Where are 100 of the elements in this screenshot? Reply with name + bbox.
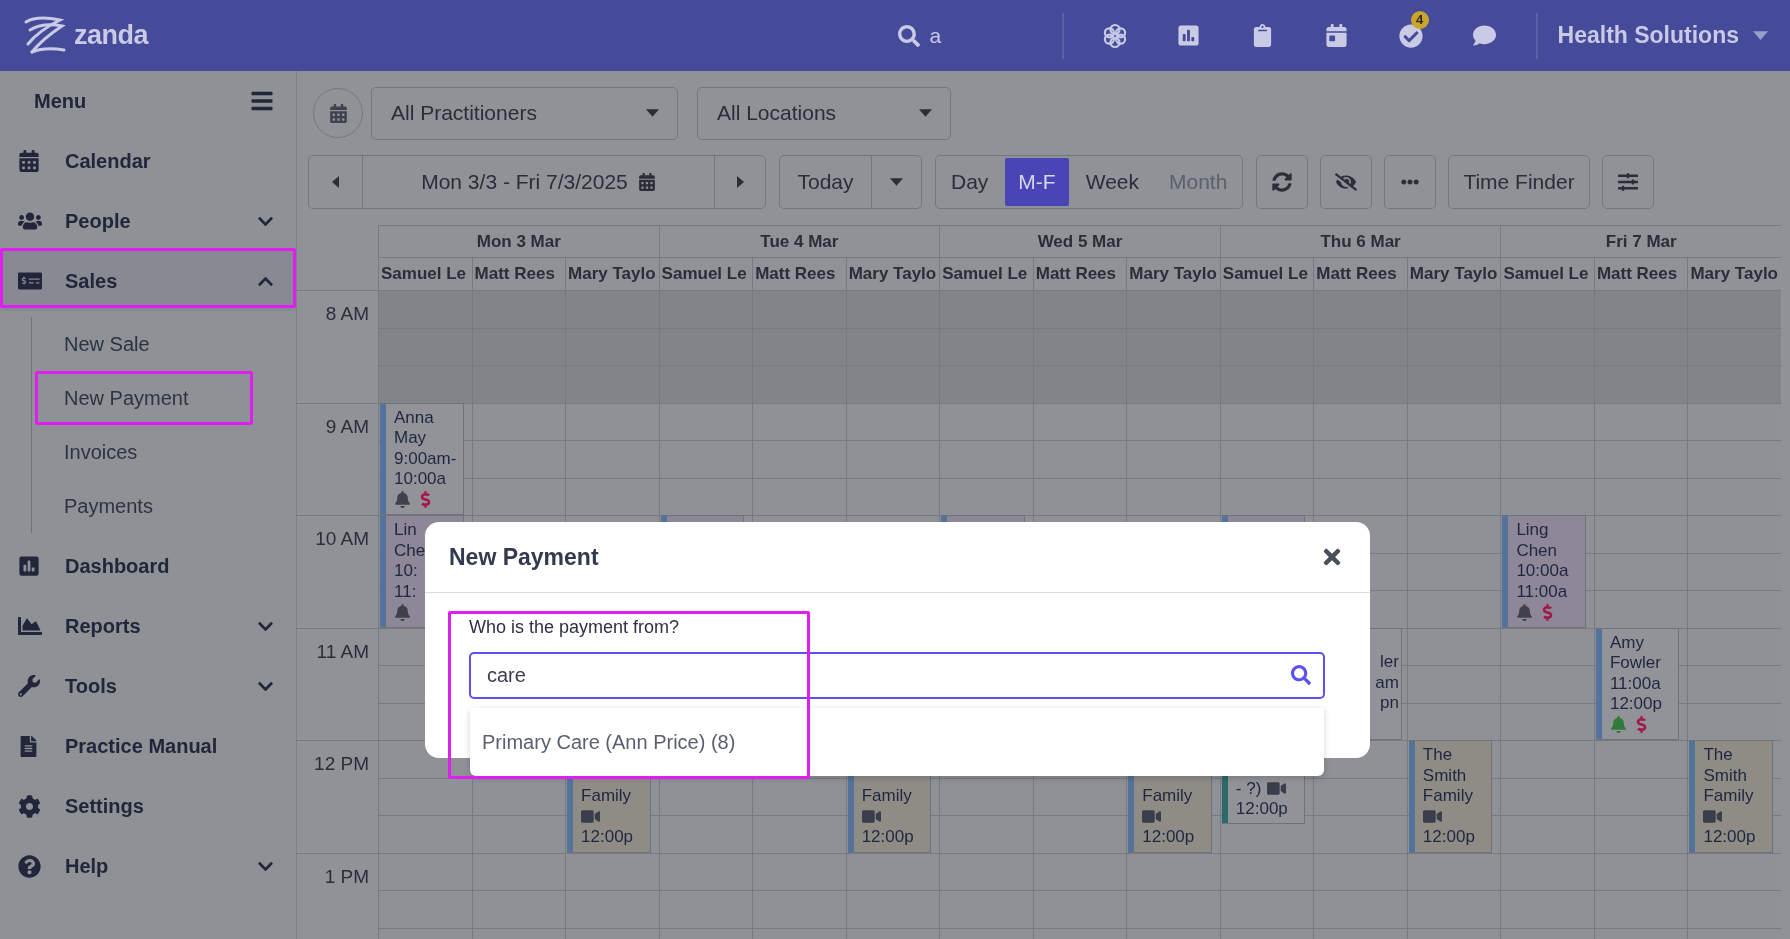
nav-item[interactable]: Reports bbox=[0, 596, 296, 656]
wrench-icon bbox=[18, 675, 40, 697]
time-label: 1 PM bbox=[324, 865, 369, 887]
appointment-text: 12:00p bbox=[861, 827, 914, 848]
day-header: Tue 4 Mar bbox=[658, 225, 940, 257]
menu-icon[interactable] bbox=[250, 89, 274, 113]
caret-icon bbox=[890, 178, 903, 186]
calendar-button[interactable] bbox=[313, 88, 363, 138]
nav-item[interactable]: Settings bbox=[0, 776, 296, 836]
appointment-card[interactable]: The Smith Family 12:00p bbox=[1689, 740, 1773, 853]
appointment-text: Family bbox=[1142, 786, 1193, 807]
practitioner-header: Matt Rees bbox=[1032, 257, 1127, 290]
nav-item[interactable]: People bbox=[0, 191, 296, 251]
nav-item[interactable]: Calendar bbox=[0, 131, 296, 191]
appointment-text: Fowler bbox=[1609, 653, 1661, 674]
appointment-text: 10: bbox=[394, 561, 418, 582]
appointment-card[interactable]: The Smith Family 12:00p bbox=[1408, 740, 1493, 853]
nav-item[interactable]: Help bbox=[0, 836, 296, 896]
nav-item[interactable]: Practice Manual bbox=[0, 716, 296, 776]
nav-item[interactable]: Dashboard bbox=[0, 536, 296, 596]
appointment-text: 12:00p bbox=[1422, 827, 1475, 848]
nav-item[interactable]: Sales bbox=[0, 251, 296, 311]
appointment-card[interactable]: Amy Fowler 11:00a 12:00p bbox=[1595, 627, 1680, 740]
search-icon bbox=[897, 24, 920, 47]
appointment-text: Amy bbox=[1609, 632, 1644, 653]
practitioner-header: Matt Rees bbox=[1593, 257, 1688, 290]
submenu-item[interactable]: New Payment bbox=[64, 386, 189, 410]
search-field[interactable]: a bbox=[887, 13, 1048, 58]
settings-sliders-button[interactable] bbox=[1601, 155, 1654, 209]
area-chart-icon bbox=[18, 614, 42, 638]
appointment-text: pn bbox=[1379, 693, 1399, 714]
practitioner-header: Samuel Le bbox=[658, 257, 753, 290]
appointment-text: Anna bbox=[394, 407, 434, 428]
bar-chart-icon bbox=[18, 555, 40, 577]
search-icon bbox=[1291, 665, 1311, 685]
nav-label: Settings bbox=[65, 794, 145, 818]
refresh-button[interactable] bbox=[1256, 155, 1309, 209]
caret-icon bbox=[1753, 31, 1768, 40]
appointment-text: Smith bbox=[1703, 765, 1747, 786]
appointment-text: 12:00p bbox=[1235, 799, 1288, 820]
practitioner-header: Samuel Le bbox=[1500, 257, 1594, 290]
account-menu[interactable]: Health Solutions bbox=[1551, 10, 1790, 61]
time-finder-button[interactable]: Time Finder bbox=[1448, 155, 1590, 209]
nav-label: Help bbox=[65, 854, 110, 878]
nav-label: Reports bbox=[65, 614, 142, 638]
appointment-text: Family bbox=[861, 786, 912, 807]
appointment-text: 10:00a bbox=[394, 469, 446, 490]
calendar-icon bbox=[328, 103, 348, 123]
day-header: Thu 6 Mar bbox=[1219, 225, 1501, 257]
appointment-text: 11:00a bbox=[1609, 673, 1661, 694]
refresh-icon bbox=[1272, 172, 1293, 192]
hide-button[interactable] bbox=[1320, 155, 1373, 209]
appointment-text: Family bbox=[1422, 786, 1473, 807]
field-label: Who is the payment from? bbox=[469, 617, 681, 638]
view-tab[interactable]: M-F bbox=[1005, 158, 1069, 206]
appointment-text: Smith bbox=[1422, 765, 1467, 786]
view-tab[interactable]: Week bbox=[1072, 158, 1152, 206]
appointment-text: The bbox=[1703, 745, 1733, 766]
appointment-text: ler bbox=[1379, 652, 1399, 673]
help-icon bbox=[18, 854, 41, 878]
calendar-icon[interactable] bbox=[1325, 24, 1349, 47]
nav-label: Calendar bbox=[65, 149, 152, 173]
submenu-item[interactable]: Invoices bbox=[64, 440, 138, 464]
appointment-text: 12:00p bbox=[1142, 827, 1195, 848]
practitioner-header: Mary Taylo bbox=[1126, 257, 1220, 290]
time-label: 9 AM bbox=[325, 415, 369, 437]
practitioner-header: Samuel Le bbox=[1219, 257, 1314, 290]
chat-icon[interactable] bbox=[1473, 24, 1497, 47]
bar-chart-icon[interactable] bbox=[1177, 24, 1201, 47]
logo-text: zanda bbox=[74, 20, 149, 51]
practitioner-header: Matt Rees bbox=[752, 257, 846, 290]
filter-select[interactable]: All Practitioners bbox=[371, 86, 678, 140]
submenu-item[interactable]: Payments bbox=[64, 494, 153, 518]
filter-select[interactable]: All Locations bbox=[697, 86, 951, 140]
practitioner-header: Mary Taylo bbox=[845, 257, 940, 290]
flower-icon[interactable] bbox=[1101, 22, 1128, 49]
view-tab[interactable]: Day bbox=[938, 158, 1002, 206]
appointment-text: 12:00p bbox=[1703, 827, 1756, 848]
search-field[interactable]: care bbox=[469, 652, 1325, 699]
appointment-card[interactable]: Anna May 9:00am- 10:00a bbox=[380, 402, 464, 515]
appointment-text: Chen bbox=[1516, 540, 1558, 561]
sliders-icon bbox=[1617, 172, 1638, 192]
submenu-item[interactable]: New Sale bbox=[64, 332, 150, 356]
appointment-text: 12:00p bbox=[581, 827, 634, 848]
appointment-text: May bbox=[394, 428, 427, 449]
menu-title: Menu bbox=[34, 89, 87, 113]
appointment-text: Ling bbox=[1516, 520, 1549, 541]
time-label: 12 PM bbox=[314, 753, 369, 774]
appointment-text: Family bbox=[581, 786, 632, 807]
appointment-text: 11: bbox=[394, 581, 417, 602]
appointment-card[interactable]: Ling Chen 10:00a 11:00a bbox=[1502, 515, 1586, 628]
nav-item[interactable]: Tools bbox=[0, 656, 296, 716]
day-header: Fri 7 Mar bbox=[1500, 225, 1781, 257]
appointment-text: Che bbox=[394, 540, 426, 561]
nav-label: Dashboard bbox=[65, 554, 171, 578]
nav-label: Sales bbox=[65, 269, 119, 293]
document-icon bbox=[18, 735, 39, 757]
checkmark-icon[interactable] bbox=[1398, 23, 1423, 48]
appointment-text: 12:00p bbox=[1609, 694, 1662, 715]
caret-icon bbox=[919, 109, 932, 117]
